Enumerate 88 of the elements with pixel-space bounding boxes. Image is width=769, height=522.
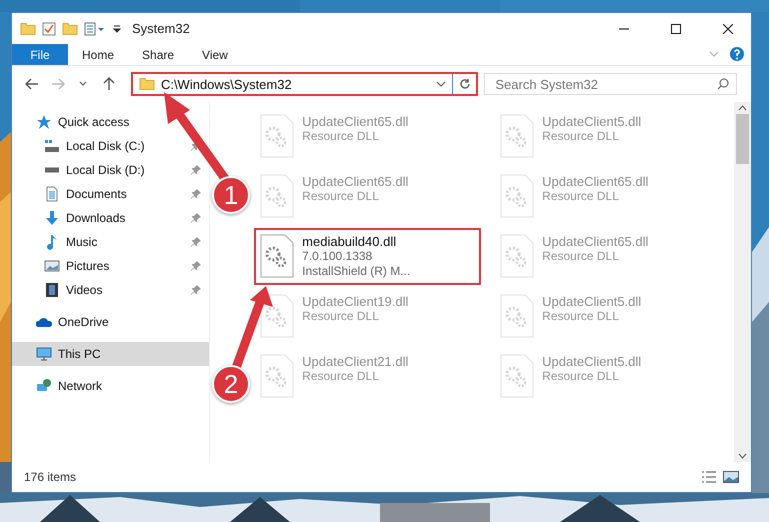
item-count: 176 items bbox=[24, 470, 76, 484]
file-detail: Resource DLL bbox=[302, 189, 380, 204]
sidebar-item[interactable]: Local Disk (D:) bbox=[12, 158, 210, 182]
file-name: UpdateClient19.dll bbox=[302, 294, 408, 309]
settings-file-icon bbox=[260, 354, 294, 398]
file-detail: 7.0.100.1338 bbox=[302, 249, 374, 264]
ribbon-tab[interactable]: Share bbox=[128, 44, 188, 65]
file-name: UpdateClient65.dll bbox=[302, 174, 408, 189]
settings-file-icon bbox=[500, 354, 534, 398]
folder-icon bbox=[62, 22, 78, 36]
pin-icon[interactable] bbox=[191, 261, 202, 271]
music-note-icon bbox=[44, 234, 60, 250]
network-icon bbox=[36, 378, 52, 394]
pin-icon[interactable] bbox=[191, 189, 202, 199]
properties-icon[interactable] bbox=[84, 22, 106, 36]
scroll-up-icon[interactable] bbox=[738, 105, 748, 111]
sidebar-item[interactable]: Documents bbox=[12, 182, 210, 206]
file-tile[interactable]: mediabuild40.dll 7.0.100.1338 InstallShield (R) M... bbox=[254, 228, 482, 285]
scroll-down-icon[interactable] bbox=[738, 453, 748, 459]
file-name: mediabuild40.dll bbox=[302, 234, 398, 249]
monitor-icon bbox=[36, 346, 52, 362]
left-arrow-icon bbox=[24, 78, 39, 90]
folder-icon bbox=[138, 77, 155, 91]
settings-file-icon bbox=[500, 174, 534, 218]
file-detail: Resource DLL bbox=[542, 369, 620, 384]
sidebar-item[interactable]: Network bbox=[12, 374, 210, 398]
film-icon bbox=[44, 282, 60, 298]
drive-icon bbox=[44, 167, 60, 173]
settings-file-icon bbox=[260, 114, 294, 158]
file-detail: Resource DLL bbox=[302, 309, 380, 324]
refresh-icon bbox=[458, 78, 471, 90]
document-icon bbox=[44, 186, 60, 202]
down-arrow-icon bbox=[44, 210, 60, 226]
scrollbar-thumb[interactable] bbox=[736, 114, 750, 164]
sidebar-item[interactable]: Quick access bbox=[12, 110, 210, 134]
ribbon-tab[interactable]: Home bbox=[68, 44, 128, 65]
settings-file-icon bbox=[500, 114, 534, 158]
sidebar-item[interactable]: This PC bbox=[12, 342, 210, 366]
pin-icon[interactable] bbox=[191, 237, 202, 247]
file-name: UpdateClient65.dll bbox=[542, 234, 648, 249]
folder-icon bbox=[20, 22, 36, 36]
search-icon bbox=[717, 78, 729, 90]
maximize-icon bbox=[671, 24, 681, 34]
settings-file-icon bbox=[500, 234, 534, 278]
sidebar-item[interactable]: Music bbox=[12, 230, 210, 254]
address-bar[interactable]: C:\Windows\System32 bbox=[130, 72, 478, 96]
file-detail: Resource DLL bbox=[542, 249, 620, 264]
settings-file-icon bbox=[260, 234, 294, 278]
sidebar-item[interactable]: Videos bbox=[12, 278, 210, 302]
large-icons-view-icon[interactable] bbox=[723, 471, 739, 483]
ribbon-tab[interactable]: File bbox=[12, 44, 68, 65]
minimize-icon bbox=[619, 28, 629, 30]
file-detail: InstallShield (R) M... bbox=[302, 264, 410, 279]
file-name: UpdateClient65.dll bbox=[542, 174, 648, 189]
file-name: UpdateClient5.dll bbox=[542, 114, 642, 129]
settings-file-icon bbox=[500, 294, 534, 338]
drive-icon bbox=[44, 140, 60, 152]
ribbon-tab[interactable]: View bbox=[188, 44, 242, 65]
file-detail: Resource DLL bbox=[302, 129, 380, 144]
settings-file-icon bbox=[260, 294, 294, 338]
file-detail: Resource DLL bbox=[302, 369, 380, 384]
up-arrow-icon bbox=[103, 77, 116, 91]
file-name: UpdateClient5.dll bbox=[542, 354, 642, 369]
file-detail: Resource DLL bbox=[542, 189, 620, 204]
details-view-icon[interactable] bbox=[701, 471, 717, 483]
star-icon bbox=[36, 114, 52, 130]
checklist-icon[interactable] bbox=[42, 22, 56, 36]
pin-icon[interactable] bbox=[191, 213, 202, 223]
pin-icon[interactable] bbox=[191, 285, 202, 295]
sidebar-item[interactable]: Pictures bbox=[12, 254, 210, 278]
file-detail: Resource DLL bbox=[542, 309, 620, 324]
dropdown-icon[interactable] bbox=[112, 24, 122, 34]
search-field[interactable]: Search System32 bbox=[484, 73, 737, 95]
close-icon bbox=[723, 24, 733, 34]
file-detail: Resource DLL bbox=[542, 129, 620, 144]
sidebar-item[interactable]: Downloads bbox=[12, 206, 210, 230]
chevron-down-icon bbox=[79, 81, 88, 87]
right-arrow-icon bbox=[50, 78, 65, 90]
settings-file-icon bbox=[260, 174, 294, 218]
file-name: UpdateClient5.dll bbox=[542, 294, 642, 309]
file-name: UpdateClient21.dll bbox=[302, 354, 408, 369]
sidebar-item[interactable]: OneDrive bbox=[12, 310, 210, 334]
file-name: UpdateClient65.dll bbox=[302, 114, 408, 129]
chevron-down-icon[interactable] bbox=[436, 80, 446, 88]
pin-icon[interactable] bbox=[191, 165, 202, 175]
window-title: System32 bbox=[132, 21, 190, 36]
picture-icon bbox=[44, 258, 60, 274]
scrollbar[interactable] bbox=[734, 102, 751, 462]
